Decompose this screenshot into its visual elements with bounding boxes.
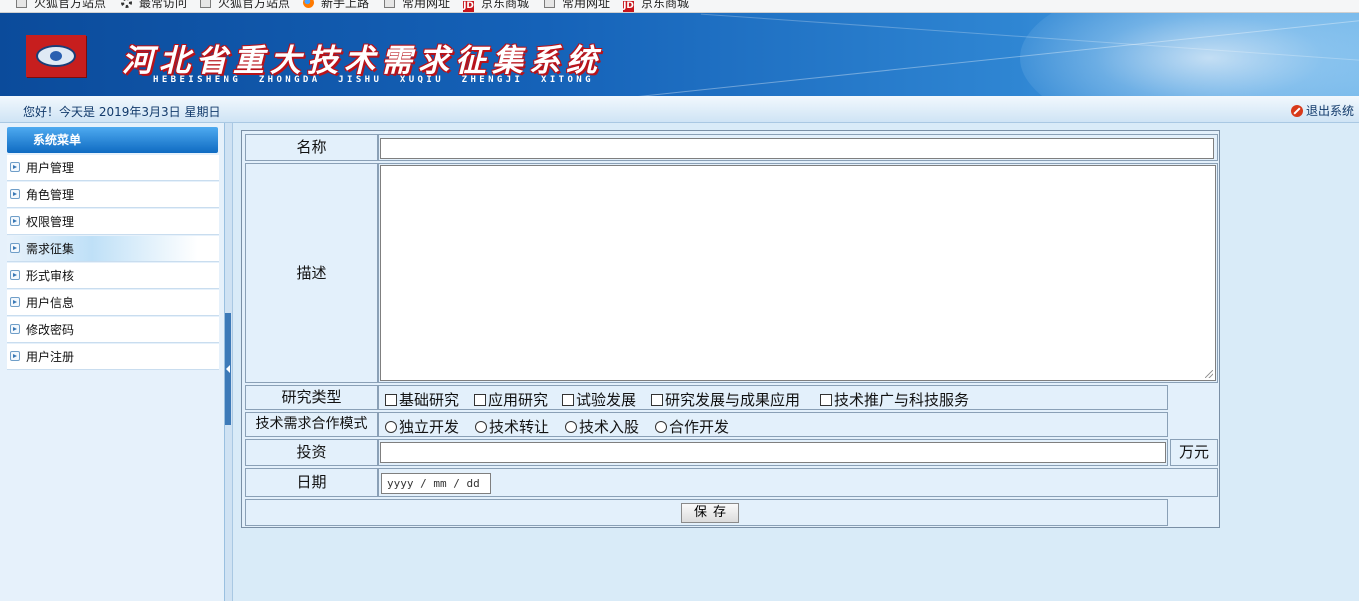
sidebar-item-user-info[interactable]: 用户信息 [7, 290, 219, 316]
sidebar-item-change-password[interactable]: 修改密码 [7, 317, 219, 343]
name-cell [378, 134, 1218, 161]
arrow-right-icon [10, 162, 20, 172]
logout-label: 退出系统 [1305, 104, 1354, 118]
bookmark-item[interactable]: 火狐官方站点 [16, 0, 106, 11]
coop-mode-option[interactable]: 独立开发 [385, 416, 459, 437]
research-type-option[interactable]: 应用研究 [474, 389, 548, 410]
sidebar-item-label: 需求征集 [26, 242, 75, 256]
name-label: 名称 [245, 134, 378, 161]
bookmarks-bar: 火狐官方站点 最常访问 火狐官方站点 新手上路 常用网址 JD 京东商城 常用网址… [0, 0, 1359, 13]
coop-mode-option[interactable]: 技术入股 [565, 416, 639, 437]
description-label: 描述 [245, 163, 378, 383]
description-cell [378, 163, 1218, 383]
folder-icon [544, 0, 555, 8]
sidebar-item-label: 用户注册 [26, 350, 75, 364]
sidebar-item-user-register[interactable]: 用户注册 [7, 344, 219, 370]
system-title-pinyin: HEBEISHENG ZHONGDA JISHU XUQIU ZHENGJI X… [153, 75, 594, 85]
radio-button[interactable] [565, 421, 577, 433]
logout-icon [1290, 105, 1303, 117]
sidebar-item-demand-collection[interactable]: 需求征集 [7, 236, 219, 262]
sidebar-item-user-management[interactable]: 用户管理 [7, 155, 219, 181]
sidebar: 系统菜单 用户管理 角色管理 权限管理 需求征集 形式审核 用户信息 修改密码 … [0, 123, 225, 601]
radio-button[interactable] [385, 421, 397, 433]
jd-icon: JD [463, 1, 474, 12]
gear-icon [121, 0, 132, 8]
sidebar-item-label: 形式审核 [26, 269, 75, 283]
bookmark-item[interactable]: 常用网址 [384, 0, 450, 11]
folder-icon [200, 0, 211, 8]
coop-mode-option[interactable]: 合作开发 [655, 416, 729, 437]
arrow-right-icon [10, 351, 20, 361]
research-type-option[interactable]: 基础研究 [385, 389, 459, 410]
menu-header: 系统菜单 [7, 127, 218, 153]
sidebar-item-permission-management[interactable]: 权限管理 [7, 209, 219, 235]
actions-cell: 保存 [245, 499, 1168, 526]
research-type-option[interactable]: 试验发展 [562, 389, 636, 410]
bookmark-item[interactable]: 火狐官方站点 [200, 0, 290, 11]
collapse-sidebar-handle[interactable] [225, 313, 231, 425]
radio-button[interactable] [655, 421, 667, 433]
header-banner: 河北省重大技术需求征集系统 HEBEISHENG ZHONGDA JISHU X… [0, 13, 1359, 96]
investment-input[interactable] [380, 442, 1166, 463]
investment-unit: 万元 [1170, 439, 1218, 466]
checkbox[interactable] [385, 394, 397, 406]
arrow-right-icon [10, 270, 20, 280]
coop-mode-option[interactable]: 技术转让 [475, 416, 549, 437]
greeting-text: 您好！今天是 2019年3月3日 星期日 [23, 105, 221, 119]
research-type-option[interactable]: 技术推广与科技服务 [820, 389, 969, 410]
bookmark-item[interactable]: JD 京东商城 [463, 0, 529, 12]
arrow-right-icon [10, 216, 20, 226]
sidebar-item-label: 角色管理 [26, 188, 75, 202]
demand-form: 名称 描述 研究类型 基础研究 应用研究 试验发展 研究发展与成果应用 技术推广… [241, 130, 1220, 528]
name-input[interactable] [380, 138, 1214, 159]
system-logo [26, 35, 86, 77]
investment-cell [378, 439, 1168, 466]
investment-label: 投资 [245, 439, 378, 466]
sidebar-item-label: 修改密码 [26, 323, 75, 337]
checkbox[interactable] [651, 394, 663, 406]
coop-mode-cell: 独立开发 技术转让 技术入股 合作开发 [378, 412, 1168, 437]
bookmark-item[interactable]: 新手上路 [303, 0, 369, 11]
date-cell: yyyy / mm / dd [378, 468, 1218, 497]
radio-button[interactable] [475, 421, 487, 433]
sidebar-item-label: 用户管理 [26, 161, 75, 175]
logout-button[interactable]: 退出系统 [1290, 102, 1354, 119]
research-type-option[interactable]: 研究发展与成果应用 [651, 389, 800, 410]
research-type-cell: 基础研究 应用研究 试验发展 研究发展与成果应用 技术推广与科技服务 [378, 385, 1168, 410]
arrow-right-icon [10, 243, 20, 253]
checkbox[interactable] [562, 394, 574, 406]
logo-pupil [48, 49, 64, 63]
save-button[interactable]: 保存 [681, 503, 739, 523]
arrow-right-icon [10, 189, 20, 199]
sidebar-item-label: 用户信息 [26, 296, 75, 310]
checkbox[interactable] [474, 394, 486, 406]
bookmark-item[interactable]: 常用网址 [544, 0, 610, 11]
jd-icon: JD [623, 1, 634, 12]
system-title: 河北省重大技术需求征集系统 [122, 43, 603, 79]
bookmark-item[interactable]: JD 京东商城 [623, 0, 689, 12]
sidebar-item-label: 权限管理 [26, 215, 75, 229]
checkbox[interactable] [820, 394, 832, 406]
sidebar-item-role-management[interactable]: 角色管理 [7, 182, 219, 208]
date-label: 日期 [245, 468, 378, 497]
resize-grip-icon[interactable] [1205, 370, 1213, 378]
folder-icon [16, 0, 27, 8]
description-textarea[interactable] [380, 165, 1216, 381]
research-type-label: 研究类型 [245, 385, 378, 410]
sidebar-splitter[interactable] [225, 123, 233, 601]
arrow-right-icon [10, 324, 20, 334]
arrow-right-icon [10, 297, 20, 307]
bookmark-item[interactable]: 最常访问 [121, 0, 187, 11]
date-input[interactable]: yyyy / mm / dd [381, 473, 491, 494]
coop-mode-label: 技术需求合作模式 [245, 412, 378, 437]
status-bar: 您好！今天是 2019年3月3日 星期日 退出系统 [0, 96, 1359, 123]
firefox-icon [303, 0, 314, 8]
sidebar-item-format-review[interactable]: 形式审核 [7, 263, 219, 289]
folder-icon [384, 0, 395, 8]
